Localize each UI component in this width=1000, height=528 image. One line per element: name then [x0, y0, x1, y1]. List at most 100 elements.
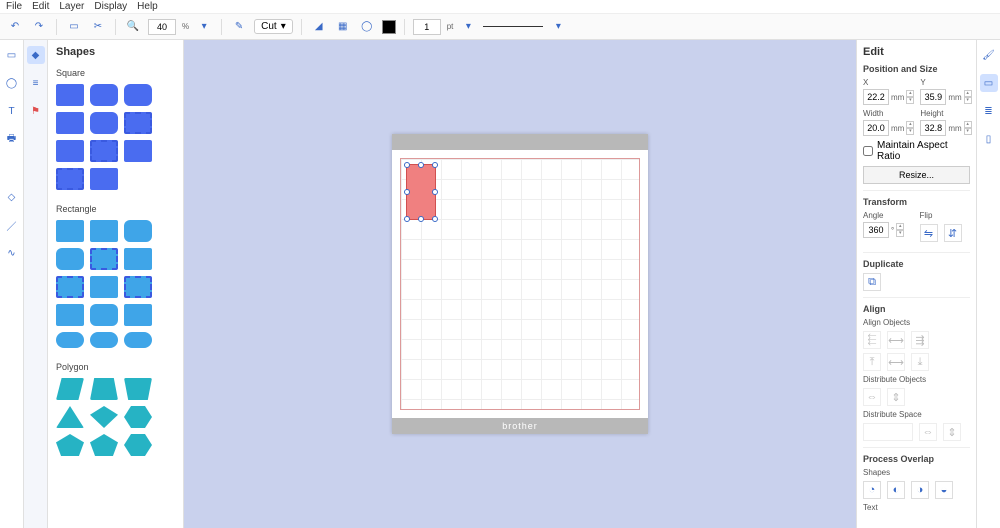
trapezoid-shape-2[interactable]: [124, 378, 152, 400]
selected-object[interactable]: [406, 164, 436, 220]
text-tool-icon[interactable]: T: [3, 102, 21, 120]
hexagon-shape[interactable]: [124, 406, 152, 428]
menu-layer[interactable]: Layer: [59, 1, 84, 12]
pill-shape-3[interactable]: [124, 332, 152, 348]
handle-ne[interactable]: [432, 162, 438, 168]
zoom-icon[interactable]: 🔍: [124, 18, 142, 36]
rect-shape-6[interactable]: [124, 304, 152, 326]
line-tool-icon[interactable]: ≡: [27, 74, 45, 92]
stamp-rect-shape[interactable]: [90, 248, 118, 270]
handle-w[interactable]: [404, 189, 410, 195]
rounded-square-shape-2[interactable]: [124, 84, 152, 106]
stamp-square-shape-2[interactable]: [90, 140, 118, 162]
intersect-icon[interactable]: ◑: [911, 481, 929, 499]
zoom-dropdown-icon[interactable]: ▾: [195, 18, 213, 36]
align-middle-icon[interactable]: ⟷: [887, 353, 905, 371]
flip-horizontal-icon[interactable]: ⇋: [920, 224, 938, 242]
space-h-icon[interactable]: ⇔: [919, 423, 937, 441]
align-center-icon[interactable]: ⟷: [887, 331, 905, 349]
x-input[interactable]: [863, 89, 889, 105]
align-left-icon[interactable]: ⬱: [863, 331, 881, 349]
height-input[interactable]: [920, 120, 946, 136]
rect-shape-2[interactable]: [90, 220, 118, 242]
rect-shape-5[interactable]: [56, 304, 84, 326]
fill-icon[interactable]: ◢: [310, 18, 328, 36]
page-icon[interactable]: ▯: [980, 130, 998, 148]
distribute-v-icon[interactable]: ⇕: [887, 388, 905, 406]
copy-icon[interactable]: ▭: [65, 18, 83, 36]
handle-n[interactable]: [418, 162, 424, 168]
align-right-icon[interactable]: ⇶: [911, 331, 929, 349]
menu-display[interactable]: Display: [94, 1, 127, 12]
rounded-rect-shape-3[interactable]: [90, 304, 118, 326]
project-icon[interactable]: ▭: [3, 46, 21, 64]
curve-icon[interactable]: ∿: [3, 244, 21, 262]
trapezoid-shape[interactable]: [90, 378, 118, 400]
square-shape-3[interactable]: [56, 140, 84, 162]
shapes-panel-icon[interactable]: ◯: [3, 74, 21, 92]
diamond-shape[interactable]: [90, 406, 118, 428]
stamp-square-shape[interactable]: [124, 112, 152, 134]
angle-input[interactable]: [863, 222, 889, 238]
cut-mode-button[interactable]: Cut▾: [254, 19, 293, 34]
rounded-rect-shape[interactable]: [124, 220, 152, 242]
pill-shape[interactable]: [56, 332, 84, 348]
pill-shape-2[interactable]: [90, 332, 118, 348]
tag-icon[interactable]: ◇: [3, 188, 21, 206]
space-input[interactable]: [863, 423, 913, 441]
resize-button[interactable]: Resize...: [863, 166, 970, 184]
divide-icon[interactable]: ◒: [935, 481, 953, 499]
print-icon[interactable]: 🖶: [3, 130, 21, 148]
width-input[interactable]: [863, 120, 889, 136]
pentagon-shape-2[interactable]: [90, 434, 118, 456]
distribute-h-icon[interactable]: ⇔: [863, 388, 881, 406]
color-swatch[interactable]: [382, 20, 396, 34]
subtract-icon[interactable]: ◐: [887, 481, 905, 499]
square-shape-5[interactable]: [90, 168, 118, 190]
weld-icon[interactable]: ◔: [863, 481, 881, 499]
width-spinner[interactable]: ▴▾: [906, 121, 914, 135]
y-spinner[interactable]: ▴▾: [964, 90, 972, 104]
square-shape[interactable]: [56, 84, 84, 106]
handle-nw[interactable]: [404, 162, 410, 168]
layers-icon[interactable]: ≣: [980, 102, 998, 120]
redo-icon[interactable]: ↷: [30, 18, 48, 36]
brush-icon[interactable]: 🖌: [980, 46, 998, 64]
rounded-square-shape[interactable]: [90, 84, 118, 106]
rect-shape[interactable]: [56, 220, 84, 242]
menu-edit[interactable]: Edit: [32, 1, 49, 12]
menu-file[interactable]: File: [6, 1, 22, 12]
stamp-rect-shape-2[interactable]: [56, 276, 84, 298]
stamp-rect-shape-3[interactable]: [124, 276, 152, 298]
zoom-input[interactable]: [148, 19, 176, 35]
space-v-icon[interactable]: ⇕: [943, 423, 961, 441]
canvas-area[interactable]: brother: [184, 40, 856, 528]
transparency-icon[interactable]: ▦: [334, 18, 352, 36]
height-spinner[interactable]: ▴▾: [964, 121, 972, 135]
handle-s[interactable]: [418, 216, 424, 222]
hexagon-shape-2[interactable]: [124, 434, 152, 456]
square-shape-4[interactable]: [124, 140, 152, 162]
pencil-icon[interactable]: ／: [3, 216, 21, 234]
edit-panel-icon[interactable]: ▭: [980, 74, 998, 92]
triangle-shape[interactable]: [56, 406, 84, 428]
rounded-rect-shape-2[interactable]: [56, 248, 84, 270]
cut-icon[interactable]: ✂: [89, 18, 107, 36]
align-bottom-icon[interactable]: ⤓: [911, 353, 929, 371]
aspect-checkbox[interactable]: [863, 146, 873, 156]
rect-shape-3[interactable]: [124, 248, 152, 270]
outline-icon[interactable]: ◯: [358, 18, 376, 36]
shape-tool-icon[interactable]: ◆: [27, 46, 45, 64]
rect-shape-4[interactable]: [90, 276, 118, 298]
pentagon-shape[interactable]: [56, 434, 84, 456]
parallelogram-shape[interactable]: [56, 378, 84, 400]
stroke-input[interactable]: [413, 19, 441, 35]
undo-icon[interactable]: ↶: [6, 18, 24, 36]
handle-e[interactable]: [432, 189, 438, 195]
y-input[interactable]: [920, 89, 946, 105]
stroke-style-dropdown-icon[interactable]: ▾: [549, 18, 567, 36]
pen-icon[interactable]: ✎: [230, 18, 248, 36]
x-spinner[interactable]: ▴▾: [906, 90, 914, 104]
flip-vertical-icon[interactable]: ⇵: [944, 224, 962, 242]
duplicate-icon[interactable]: ⧉: [863, 273, 881, 291]
